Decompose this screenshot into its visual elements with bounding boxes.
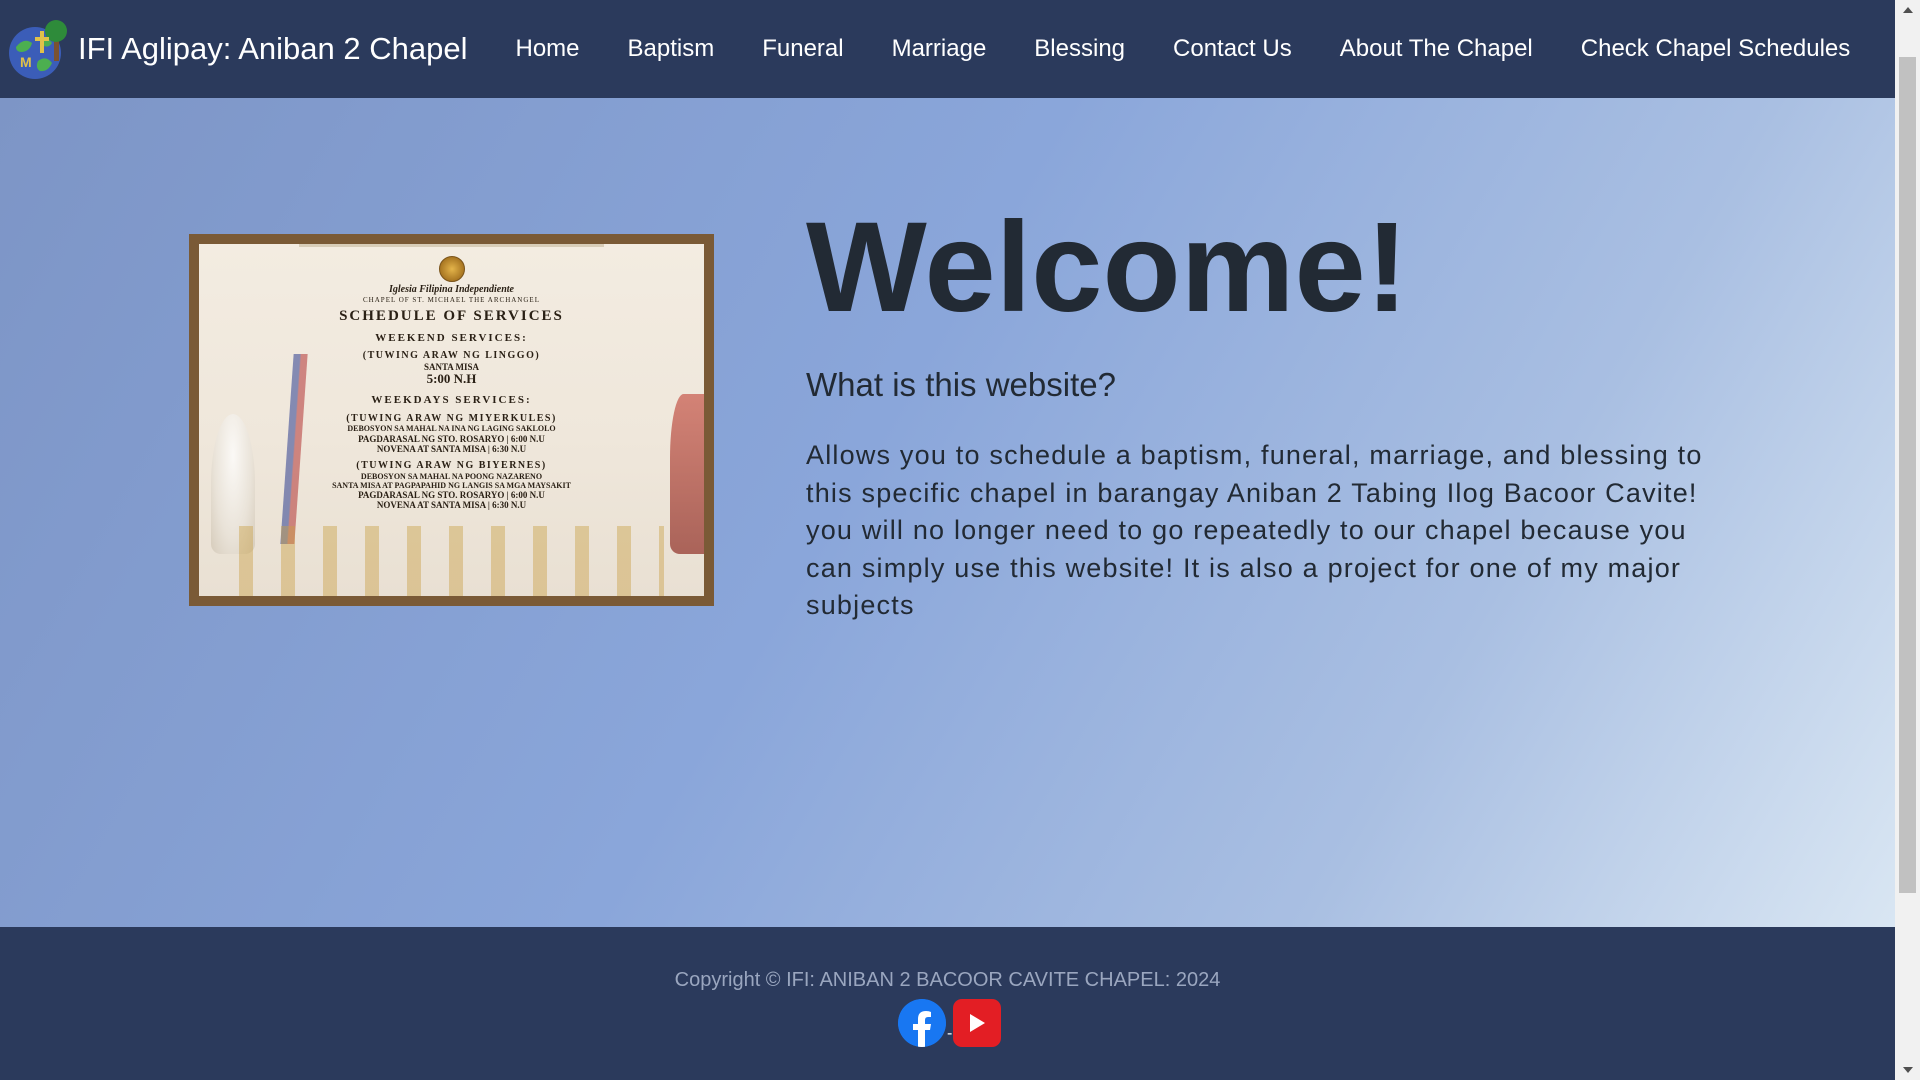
- scroll-down-arrow-icon[interactable]: [1895, 1060, 1920, 1080]
- brand-link[interactable]: M IFI Aglipay: Aniban 2 Chapel: [2, 17, 467, 81]
- poster-weekend-day: (TUWING ARAW NG LINGGO): [362, 350, 541, 362]
- poster-friday-line2: SANTA MISA AT PAGPAPAHID NG LANGIS SA MG…: [332, 480, 571, 490]
- poster-title: SCHEDULE OF SERVICES: [339, 307, 564, 324]
- facebook-icon[interactable]: [898, 999, 946, 1047]
- poster-wednesday-line3: NOVENA AT SANTA MISA | 6:30 N.U: [376, 443, 527, 454]
- scroll-up-arrow-icon[interactable]: [1895, 0, 1920, 20]
- website-question-heading: What is this website?: [806, 366, 1116, 403]
- nav-links: Home Baptism Funeral Marriage Blessing C…: [515, 35, 1898, 63]
- youtube-icon[interactable]: [953, 999, 1002, 1047]
- welcome-heading: Welcome!: [806, 196, 1409, 339]
- hero-section: Iglesia Filipina Independiente CHAPEL OF…: [0, 98, 1895, 927]
- poster-wednesday-line2: PAGDARASAL NG STO. ROSARYO | 6:00 N.U: [358, 433, 545, 444]
- scrollbar-thumb[interactable]: [1899, 57, 1916, 893]
- schedule-poster-image: Iglesia Filipina Independiente CHAPEL OF…: [189, 234, 714, 606]
- church-seal-icon: [438, 256, 465, 282]
- poster-weekend-time: 5:00 N.H: [426, 371, 477, 387]
- website-description: Allows you to schedule a baptism, funera…: [806, 440, 1703, 620]
- nav-schedules-link[interactable]: Check Chapel Schedules: [1581, 35, 1851, 63]
- nav-contact-link[interactable]: Contact Us: [1173, 35, 1292, 63]
- social-separator: -: [947, 1025, 953, 1042]
- poster-wednesday-line1: DEBOSYON SA MAHAL NA INA NG LAGING SAKLO…: [347, 424, 556, 434]
- poster-content: Iglesia Filipina Independiente CHAPEL OF…: [199, 244, 704, 596]
- nav-marriage-link[interactable]: Marriage: [892, 35, 987, 63]
- poster-weekdays-header: WEEKDAYS SERVICES:: [371, 394, 532, 407]
- poster-friday-line3: PAGDARASAL NG STO. ROSARYO | 6:00 N.U: [358, 490, 545, 501]
- play-icon: [970, 1014, 986, 1032]
- nav-about-link[interactable]: About The Chapel: [1340, 35, 1533, 63]
- poster-text-block: Iglesia Filipina Independiente CHAPEL OF…: [199, 244, 704, 511]
- nav-blessing-link[interactable]: Blessing: [1034, 35, 1125, 63]
- nav-baptism-link[interactable]: Baptism: [628, 35, 715, 63]
- poster-candles-decoration: [239, 526, 664, 596]
- svg-text:M: M: [20, 54, 32, 70]
- poster-friday-line1: DEBOSYON SA MAHAL NA POONG NAZARENO: [360, 471, 543, 481]
- poster-chapel-name: CHAPEL OF ST. MICHAEL THE ARCHANGEL: [363, 295, 540, 304]
- brand-name: IFI Aglipay: Aniban 2 Chapel: [78, 31, 468, 66]
- chapel-logo-icon: M: [9, 20, 67, 79]
- vertical-scrollbar[interactable]: [1895, 0, 1920, 1080]
- copyright-text: Copyright © IFI: ANIBAN 2 BACOOR CAVITE …: [674, 969, 1221, 991]
- poster-church-name: Iglesia Filipina Independiente: [388, 284, 514, 295]
- top-navbar: M IFI Aglipay: Aniban 2 Chapel Home Bapt…: [0, 0, 1895, 98]
- social-links: -: [898, 999, 1002, 1047]
- nav-funeral-link[interactable]: Funeral: [762, 35, 843, 63]
- poster-weekend-header: WEEKEND SERVICES:: [375, 331, 528, 344]
- page-footer: Copyright © IFI: ANIBAN 2 BACOOR CAVITE …: [0, 927, 1895, 1080]
- nav-home-link[interactable]: Home: [515, 35, 579, 63]
- poster-friday-line4: NOVENA AT SANTA MISA | 6:30 N.U: [376, 500, 527, 511]
- poster-friday-day: (TUWING ARAW NG BIYERNES): [356, 460, 547, 472]
- poster-wednesday-day: (TUWING ARAW NG MIYERKULES): [346, 412, 557, 424]
